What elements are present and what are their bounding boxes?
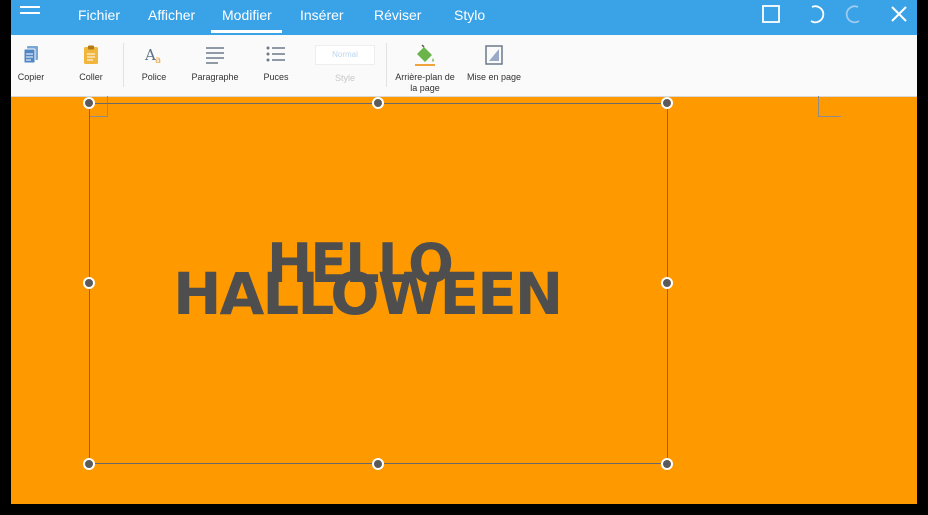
save-icon[interactable]: [761, 4, 781, 24]
tab-modifier[interactable]: Modifier: [211, 6, 282, 33]
paragraph-label: Paragraphe: [191, 72, 239, 82]
redo-icon[interactable]: [844, 4, 864, 24]
undo-icon[interactable]: [806, 4, 826, 24]
resize-handle-top-right[interactable]: [661, 97, 673, 109]
paste-button[interactable]: Coller: [74, 43, 108, 83]
style-button[interactable]: Normal Style: [313, 43, 377, 84]
page-background-label-1: Arrière-plan de: [395, 72, 455, 82]
tab-fichier[interactable]: Fichier: [78, 6, 120, 24]
copy-icon: [23, 46, 38, 64]
paint-bucket-icon: [415, 44, 435, 66]
svg-text:a: a: [155, 55, 161, 66]
paste-label: Coller: [79, 72, 103, 82]
bullets-button[interactable]: Puces: [256, 43, 296, 83]
style-preview: Normal: [315, 45, 375, 65]
tab-inserer[interactable]: Insérer: [300, 6, 344, 24]
paragraph-align-icon: [206, 47, 224, 64]
page-layout-label: Mise en page: [466, 72, 522, 82]
bullets-label: Puces: [263, 72, 289, 82]
resize-handle-top-left[interactable]: [83, 97, 95, 109]
ribbon-separator: [123, 43, 124, 87]
resize-handle-left[interactable]: [83, 277, 95, 289]
halloween-text: HALLOWEEN: [173, 260, 563, 328]
page-corner-mark: [818, 96, 841, 117]
paragraph-button[interactable]: Paragraphe: [187, 43, 243, 83]
style-label: Style: [334, 73, 355, 83]
resize-handle-bottom-left[interactable]: [83, 458, 95, 470]
font-button[interactable]: A a Police: [135, 43, 173, 83]
copy-button[interactable]: Copier: [14, 43, 48, 83]
copy-label: Copier: [17, 72, 45, 82]
page-layout-button[interactable]: Mise en page: [463, 43, 525, 83]
paste-icon: [84, 45, 98, 64]
hamburger-menu-icon[interactable]: [20, 6, 40, 20]
tab-stylo[interactable]: Stylo: [454, 6, 485, 24]
selected-image-frame[interactable]: HELLO HALLOWEEN: [89, 103, 668, 464]
app-window: Fichier Afficher Modifier Insérer Révise…: [11, 0, 917, 504]
tab-reviser[interactable]: Réviser: [374, 6, 421, 24]
page-background-button[interactable]: Arrière-plan de la page: [392, 43, 458, 94]
page-background-label-2: la page: [410, 83, 440, 93]
font-icon: A a: [144, 46, 161, 66]
resize-handle-top[interactable]: [372, 97, 384, 109]
resize-handle-bottom[interactable]: [372, 458, 384, 470]
bullet-list-icon: [266, 46, 285, 62]
ribbon-separator: [386, 43, 387, 87]
ribbon-toolbar: Copier Coller A a Police Paragraphe Puce…: [11, 35, 917, 97]
resize-handle-right[interactable]: [661, 277, 673, 289]
tab-afficher[interactable]: Afficher: [148, 6, 195, 24]
menu-bar: Fichier Afficher Modifier Insérer Révise…: [11, 0, 917, 35]
resize-handle-bottom-right[interactable]: [661, 458, 673, 470]
close-icon[interactable]: [889, 4, 909, 24]
font-label: Police: [141, 72, 167, 82]
page-layout-icon: [485, 45, 503, 65]
